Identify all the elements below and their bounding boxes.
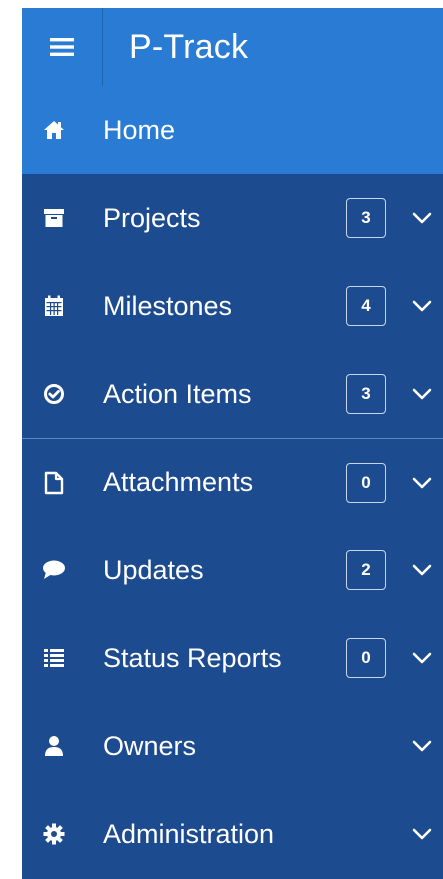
chevron-down-icon[interactable] xyxy=(411,735,433,757)
sidebar-item-action-items[interactable]: Action Items 3 xyxy=(22,350,443,438)
sidebar-item-label: Status Reports xyxy=(103,642,282,673)
chevron-down-icon[interactable] xyxy=(411,295,433,317)
count-badge: 3 xyxy=(346,374,386,414)
sidebar-menu: Home Projects 3 Milestones 4 Action Item… xyxy=(22,86,443,878)
list-icon xyxy=(42,646,66,670)
archive-icon xyxy=(42,206,66,230)
top-bar: P-Track xyxy=(22,8,443,86)
sidebar: P-Track Home Projects 3 Milestones 4 Act… xyxy=(22,8,443,879)
gear-icon xyxy=(42,822,66,846)
sidebar-item-label: Home xyxy=(103,114,176,145)
menu-toggle-button[interactable] xyxy=(22,8,103,86)
count-badge: 0 xyxy=(346,638,386,678)
sidebar-item-attachments[interactable]: Attachments 0 xyxy=(22,438,443,526)
sidebar-item-home[interactable]: Home xyxy=(22,86,443,174)
count-badge: 0 xyxy=(346,463,386,503)
chevron-down-icon[interactable] xyxy=(411,559,433,581)
sidebar-item-status-reports[interactable]: Status Reports 0 xyxy=(22,614,443,702)
user-icon xyxy=(42,734,66,758)
app-title[interactable]: P-Track xyxy=(129,8,248,86)
chevron-down-icon[interactable] xyxy=(411,647,433,669)
check-circle-icon xyxy=(42,382,66,406)
file-icon xyxy=(42,471,66,495)
sidebar-item-updates[interactable]: Updates 2 xyxy=(22,526,443,614)
sidebar-item-label: Attachments xyxy=(103,467,254,497)
sidebar-item-label: Owners xyxy=(103,730,197,761)
sidebar-item-label: Action Items xyxy=(103,378,252,409)
sidebar-item-milestones[interactable]: Milestones 4 xyxy=(22,262,443,350)
chevron-down-icon[interactable] xyxy=(411,823,433,845)
chevron-down-icon[interactable] xyxy=(411,472,433,494)
sidebar-item-label: Updates xyxy=(103,554,204,585)
sidebar-item-label: Administration xyxy=(103,818,275,849)
count-badge: 3 xyxy=(346,198,386,238)
comment-icon xyxy=(42,558,66,582)
sidebar-item-label: Milestones xyxy=(103,290,233,321)
sidebar-item-label: Projects xyxy=(103,202,201,233)
chevron-down-icon[interactable] xyxy=(411,207,433,229)
sidebar-item-owners[interactable]: Owners xyxy=(22,702,443,790)
sidebar-item-administration[interactable]: Administration xyxy=(22,790,443,878)
count-badge: 2 xyxy=(346,550,386,590)
count-badge: 4 xyxy=(346,286,386,326)
hamburger-icon xyxy=(50,38,74,56)
home-icon xyxy=(42,118,66,142)
chevron-down-icon[interactable] xyxy=(411,383,433,405)
calendar-icon xyxy=(42,294,66,318)
sidebar-item-projects[interactable]: Projects 3 xyxy=(22,174,443,262)
